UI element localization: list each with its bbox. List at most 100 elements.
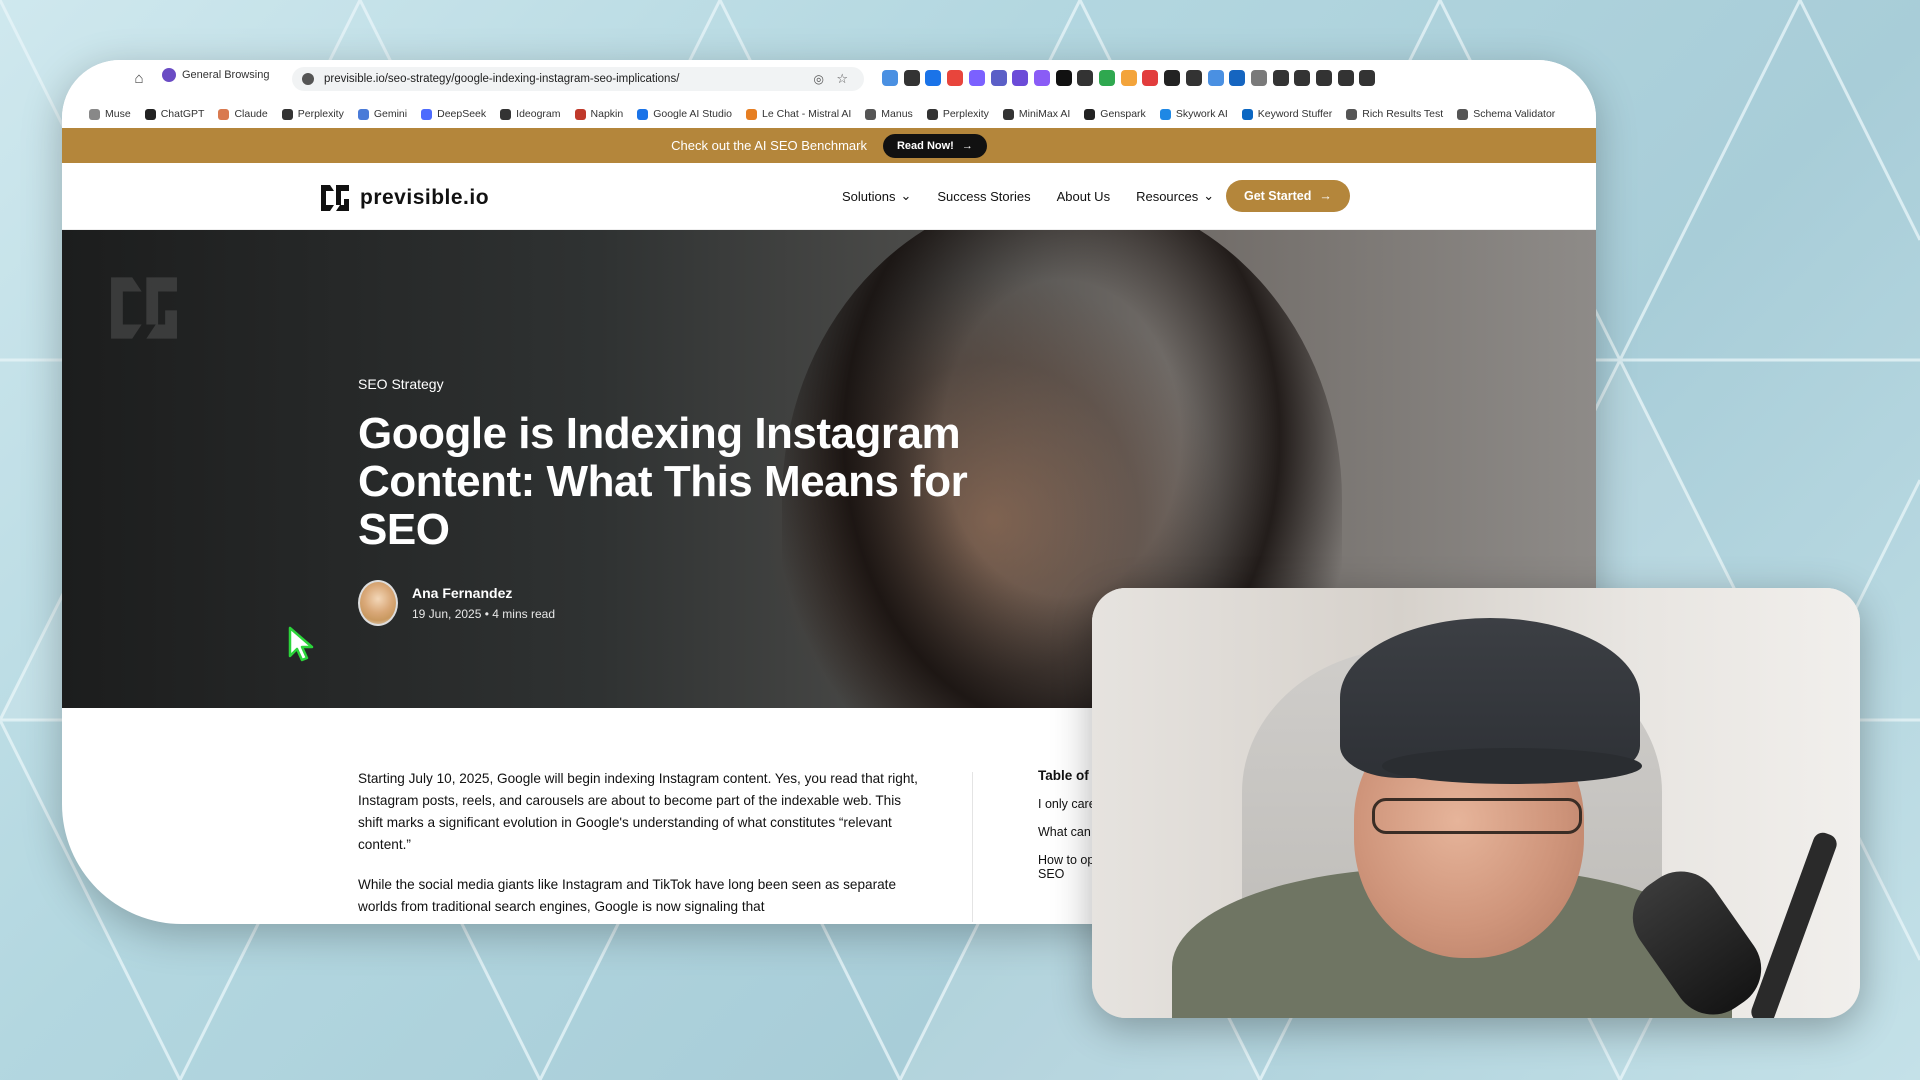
bookmark-label: Ideogram [516,108,561,120]
get-started-button[interactable]: Get Started → [1226,180,1350,212]
extension-icon[interactable] [1294,70,1311,86]
read-now-label: Read Now! [896,139,954,152]
home-icon[interactable]: ⌂ [130,70,148,88]
extension-icon[interactable] [1229,70,1246,86]
bookmark-item[interactable]: Rich Results Test [1346,108,1443,120]
bookmark-label: Google AI Studio [653,108,733,120]
bookmark-label: Le Chat - Mistral AI [762,108,852,120]
address-bar[interactable]: previsible.io/seo-strategy/google-indexi… [292,67,864,91]
tracking-eye-icon[interactable]: ◎ [814,72,824,86]
extension-icon[interactable] [990,70,1007,86]
article-paragraph: Starting July 10, 2025, Google will begi… [358,771,918,852]
bookmark-label: Gemini [373,108,408,120]
extension-icon[interactable] [1164,70,1181,86]
extension-icon[interactable] [1207,70,1224,86]
bookmark-item[interactable]: Schema Validator [1457,108,1555,120]
extension-icon[interactable] [1250,70,1267,86]
extension-icon[interactable] [882,70,898,86]
bookmark-item[interactable]: Google AI Studio [637,108,732,120]
nav-about-us[interactable]: About Us [1057,188,1110,204]
extension-icon[interactable] [1337,70,1354,86]
bookmark-item[interactable]: Napkin [574,108,623,120]
browser-toolbar: ⌂ General Browsing previsible.io/seo-str… [62,60,1596,98]
author-block: Ana Fernandez 19 Jun, 2025 • 4 mins read [358,580,555,626]
bookmark-item[interactable]: Claude [218,108,268,120]
bookmark-favicon-icon [926,108,938,120]
author-name[interactable]: Ana Fernandez [412,585,555,601]
toc-heading: Table of [1038,768,1089,783]
bookmark-item[interactable]: Ideogram [500,108,561,120]
chevron-down-icon: ⌄ [900,188,912,203]
bookmark-item[interactable]: Perplexity [281,108,344,120]
extension-icon[interactable] [1142,70,1159,86]
extension-icon[interactable] [947,70,964,86]
bookmark-favicon-icon [357,108,369,120]
bookmark-item[interactable]: MiniMax AI [1002,108,1071,120]
bookmark-favicon-icon [218,108,230,120]
bookmark-favicon-icon [746,108,758,120]
bookmark-label: Manus [881,108,913,120]
get-started-label: Get Started [1244,189,1312,203]
bookmark-label: Genspark [1100,108,1146,120]
bookmark-item[interactable]: Gemini [357,108,408,120]
author-avatar [358,580,398,626]
extension-icon[interactable] [968,70,985,86]
toc-item-line: How to op [1038,853,1095,867]
arrow-right-icon: → [961,139,973,152]
extension-icon[interactable] [1120,70,1137,86]
bookmark-item[interactable]: Muse [89,108,131,120]
bookmark-favicon-icon [421,108,433,120]
bookmark-item[interactable]: Genspark [1084,108,1146,120]
bookmark-item[interactable]: Perplexity [926,108,989,120]
bookmark-item[interactable]: Skywork AI [1159,108,1228,120]
previsible-logo-icon [321,185,349,211]
logo-text: previsible.io [360,186,490,209]
site-logo[interactable]: previsible.io [318,181,489,215]
bookmark-favicon-icon [637,108,649,120]
arrow-right-icon: → [1319,189,1332,203]
article-meta: 19 Jun, 2025 • 4 mins read [412,607,555,621]
profile-tab[interactable]: General Browsing [162,68,269,82]
extension-icon[interactable] [1033,70,1050,86]
bookmark-favicon-icon [574,108,586,120]
bookmark-star-icon[interactable]: ☆ [836,71,848,87]
nav-resources[interactable]: Resources ⌄ [1136,188,1214,204]
bookmark-label: Perplexity [297,108,344,120]
chevron-down-icon: ⌄ [1203,188,1215,203]
extension-icon[interactable] [925,70,942,86]
extension-icon[interactable] [1012,70,1029,86]
bookmark-item[interactable]: Le Chat - Mistral AI [746,108,851,120]
toc-item[interactable]: What can [1038,825,1096,839]
bookmark-label: MiniMax AI [1018,108,1071,120]
bookmark-favicon-icon [865,108,877,120]
extension-icon[interactable] [1099,70,1115,86]
extension-icon[interactable] [903,70,920,86]
extension-icon[interactable] [1316,70,1332,86]
article-category[interactable]: SEO Strategy [358,376,444,392]
read-now-button[interactable]: Read Now! → [882,133,987,158]
nav-success-stories[interactable]: Success Stories [937,188,1030,204]
toc-item[interactable]: I only care [1038,797,1096,811]
bookmark-item[interactable]: DeepSeek [421,108,486,120]
table-of-contents: Table of I only care What can How to op … [1038,768,1096,881]
extension-icon[interactable] [1272,70,1289,86]
nav-solutions[interactable]: Solutions ⌄ [842,188,911,204]
site-info-icon[interactable] [302,73,314,85]
publish-date: 19 Jun, 2025 [412,607,482,621]
bookmark-favicon-icon [1002,108,1014,120]
bookmark-item[interactable]: Manus [865,108,913,120]
extension-icon[interactable] [1359,70,1376,86]
extension-icon[interactable] [1077,70,1094,86]
extension-icon[interactable] [1185,70,1202,86]
bookmark-favicon-icon [281,108,293,120]
bookmark-label: Schema Validator [1473,108,1556,120]
toc-item[interactable]: How to op SEO [1038,853,1096,881]
bookmark-label: Muse [105,108,131,120]
toc-divider [972,772,973,922]
article-paragraph: While the social media giants like Insta… [358,877,897,914]
bookmark-item[interactable]: Keyword Stuffer [1241,108,1332,120]
bookmark-item[interactable]: ChatGPT [144,108,204,120]
bookmarks-bar: Muse ChatGPT Claude Perplexity Gemini DeepSee… [62,100,1596,128]
webcam-overlay [1092,588,1860,1018]
extension-icon[interactable] [1055,70,1072,86]
